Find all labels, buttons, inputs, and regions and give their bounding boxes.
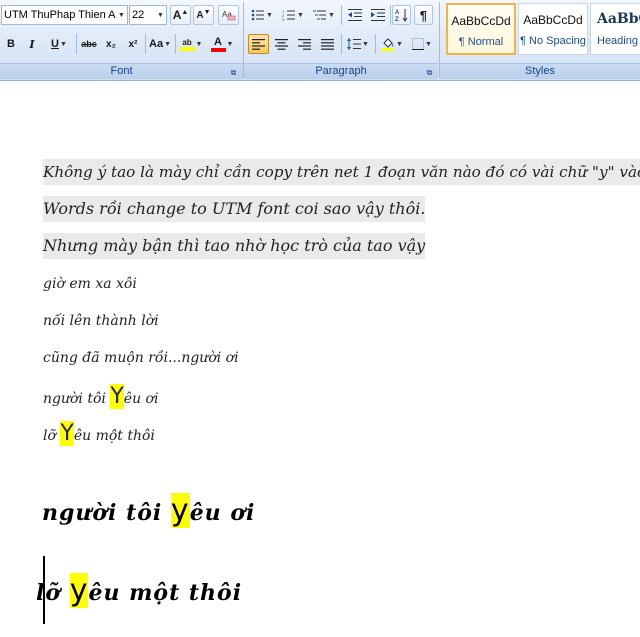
font-dialog-launcher-icon[interactable]: ⧉ xyxy=(229,68,238,77)
style-name: Heading xyxy=(597,35,638,47)
clear-formatting-icon: Aa xyxy=(222,10,235,21)
doc-line-8: lỡ Yêu một thôi xyxy=(43,421,155,446)
numbering-icon: 123 xyxy=(282,9,296,21)
grow-font-button[interactable]: A ▲ xyxy=(170,5,191,25)
show-hide-marks-button[interactable]: ¶ xyxy=(414,5,433,25)
align-left-button[interactable] xyxy=(248,34,269,54)
align-right-icon xyxy=(298,38,311,50)
doc-line-6: cũng đã muộn rồi...người ơi xyxy=(43,350,239,366)
doc-line-3: Nhưng mày bận thì tao nhờ học trò của ta… xyxy=(43,233,426,259)
numbering-button[interactable]: 1 2 3 ▼ xyxy=(279,5,307,25)
underline-button[interactable]: U ▼ xyxy=(45,34,73,54)
paint-bucket-icon xyxy=(382,38,395,51)
calligraphy-line-2: lỡ yêu một thôi xyxy=(36,573,243,608)
change-case-button[interactable]: Aa ▼ xyxy=(147,34,173,54)
chevron-down-icon[interactable]: ▼ xyxy=(155,12,166,19)
multilevel-list-button[interactable]: ▼ xyxy=(310,5,338,25)
style-sample: AaBbC xyxy=(597,11,640,27)
grow-font-icon: A xyxy=(172,8,182,22)
bullets-button[interactable]: ▼ xyxy=(248,5,276,25)
highlighted-letter: y xyxy=(69,573,89,608)
paragraph-group-label: Paragraph xyxy=(244,63,438,79)
style-heading[interactable]: AaBbC Heading xyxy=(590,3,640,55)
borders-button[interactable]: ▼ xyxy=(408,34,436,54)
highlighted-letter: Y xyxy=(60,421,74,446)
sort-icon: AZ xyxy=(395,9,407,22)
shrink-font-button[interactable]: A ▼ xyxy=(193,5,214,25)
highlight-color-button[interactable]: ab ▼ xyxy=(177,34,205,54)
style-sample: AaBbCcDd xyxy=(523,13,583,27)
doc-line-2: Words rồi change to UTM font coi sao vậy… xyxy=(43,196,426,222)
line-spacing-icon xyxy=(347,38,362,50)
style-sample: AaBbCcDd xyxy=(451,14,511,28)
line-spacing-button[interactable]: ▼ xyxy=(344,34,372,54)
highlighted-letter: Y xyxy=(110,384,124,409)
font-color-icon: A xyxy=(214,35,222,48)
align-center-icon xyxy=(275,38,288,50)
shading-button[interactable]: ▼ xyxy=(378,34,406,54)
sort-button[interactable]: AZ xyxy=(392,5,411,25)
bullets-icon xyxy=(251,9,265,21)
justify-button[interactable] xyxy=(317,34,338,54)
svg-text:A: A xyxy=(395,10,400,16)
ribbon: UTM ThuPhap Thien An ▼ 22 ▼ A ▲ A ▼ Aa B I… xyxy=(0,0,640,81)
align-right-button[interactable] xyxy=(294,34,315,54)
font-name-value: UTM ThuPhap Thien An xyxy=(4,9,116,21)
text-cursor xyxy=(43,556,45,624)
highlight-color-swatch xyxy=(179,46,195,51)
superscript-button[interactable]: x² xyxy=(123,34,143,54)
chevron-down-icon[interactable]: ▼ xyxy=(116,12,127,19)
document-page[interactable]: Không ý tao là mày chỉ cần copy trên net… xyxy=(0,81,640,637)
style-name: ¶ No Spacing xyxy=(520,35,586,47)
paragraph-group: ▼ 1 2 3 ▼ ▼ AZ ¶ ▼ ▼ ▼ Paragraph ⧉ xyxy=(244,0,438,80)
decrease-indent-icon xyxy=(347,9,362,21)
italic-button[interactable]: I xyxy=(23,34,41,54)
justify-icon xyxy=(321,38,334,50)
font-group: UTM ThuPhap Thien An ▼ 22 ▼ A ▲ A ▼ Aa B I… xyxy=(0,0,243,80)
paragraph-dialog-launcher-icon[interactable]: ⧉ xyxy=(425,68,434,77)
doc-line-1: Không ý tao là mày chỉ cần copy trên net… xyxy=(43,159,640,185)
styles-group-label: Styles xyxy=(440,63,640,79)
font-size-value: 22 xyxy=(132,9,145,21)
pilcrow-icon: ¶ xyxy=(419,7,428,23)
font-color-button[interactable]: A ▼ xyxy=(208,34,236,54)
styles-group: AaBbCcDd ¶ Normal AaBbCcDd ¶ No Spacing … xyxy=(440,0,640,80)
font-size-combo[interactable]: 22 ▼ xyxy=(129,5,167,25)
svg-text:3: 3 xyxy=(282,17,285,21)
doc-line-4: giờ em xa xôi xyxy=(43,276,137,292)
align-center-button[interactable] xyxy=(271,34,292,54)
style-no-spacing[interactable]: AaBbCcDd ¶ No Spacing xyxy=(518,3,588,55)
borders-icon xyxy=(412,38,425,50)
doc-line-7: người tôi Yêu ơi xyxy=(43,384,159,409)
highlighted-letter: y xyxy=(170,493,190,528)
font-name-combo[interactable]: UTM ThuPhap Thien An ▼ xyxy=(1,5,128,25)
clear-formatting-button[interactable]: Aa xyxy=(218,5,239,25)
decrease-indent-button[interactable] xyxy=(344,5,365,25)
increase-indent-icon xyxy=(370,9,385,21)
align-left-icon xyxy=(252,38,265,50)
font-color-swatch xyxy=(210,47,226,52)
style-normal[interactable]: AaBbCcDd ¶ Normal xyxy=(446,3,516,55)
style-name: ¶ Normal xyxy=(458,36,504,48)
svg-text:Z: Z xyxy=(395,17,399,22)
bold-button[interactable]: B xyxy=(2,34,20,54)
increase-indent-button[interactable] xyxy=(367,5,388,25)
subscript-button[interactable]: x₂ xyxy=(101,34,121,54)
font-group-label: Font xyxy=(0,63,243,79)
shrink-font-icon: A xyxy=(196,9,204,21)
calligraphy-line-1: người tôi yêu ơi xyxy=(42,493,256,528)
doc-line-5: nối lên thành lời xyxy=(43,313,159,329)
strikethrough-button[interactable]: abc xyxy=(79,34,99,54)
highlighter-icon: ab xyxy=(182,37,192,47)
multilevel-list-icon xyxy=(313,10,327,20)
